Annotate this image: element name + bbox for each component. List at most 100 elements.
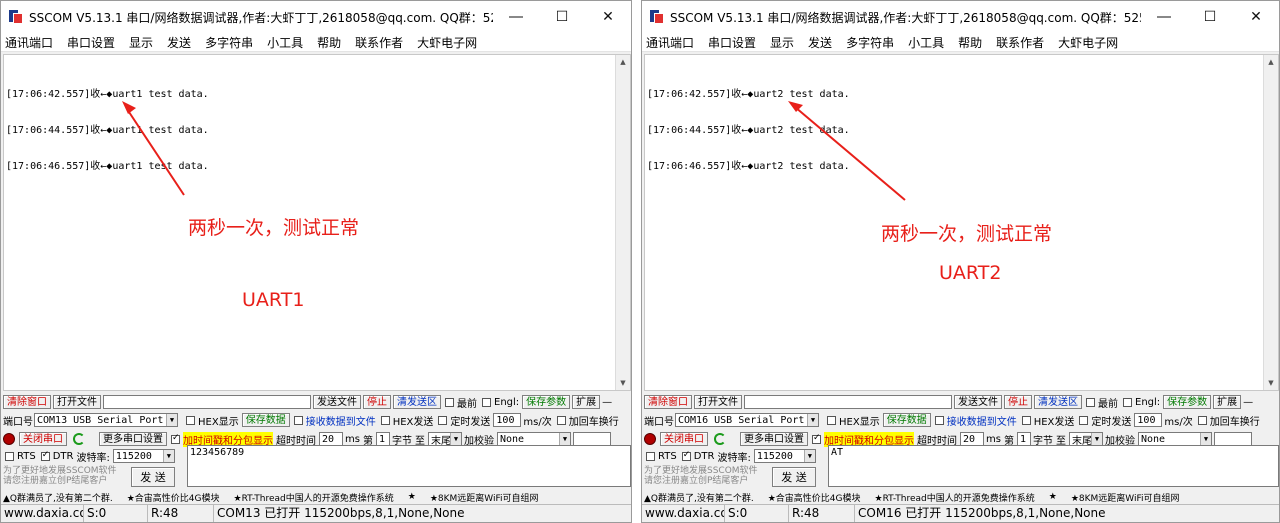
menu-tools[interactable]: 小工具: [908, 34, 944, 51]
timed-send-checkbox[interactable]: [1079, 415, 1089, 425]
end-select[interactable]: 末尾 ▼: [427, 432, 462, 446]
clear-send-button[interactable]: 清发送区: [1034, 395, 1082, 409]
byte-start-input[interactable]: 1: [1016, 432, 1031, 446]
english-checkbox[interactable]: [482, 397, 491, 407]
byte-start-input[interactable]: 1: [375, 432, 390, 446]
close-icon[interactable]: ✕: [585, 1, 631, 33]
open-file-button[interactable]: 打开文件: [53, 395, 101, 409]
close-port-button[interactable]: 关闭串口: [660, 432, 708, 446]
receive-area[interactable]: [17:06:42.557]收←◆uart1 test data. [17:06…: [3, 54, 631, 391]
recv-to-file-checkbox[interactable]: [934, 415, 944, 425]
rts-checkbox[interactable]: [5, 451, 14, 461]
checksum-result-field[interactable]: [572, 432, 611, 446]
menu-daxia-site[interactable]: 大虾电子网: [1058, 34, 1118, 51]
collapse-icon[interactable]: —: [1243, 397, 1253, 408]
more-settings-button[interactable]: 更多串口设置: [99, 432, 167, 446]
title-bar[interactable]: SSCOM V5.13.1 串口/网络数据调试器,作者:大虾丁丁,2618058…: [642, 1, 1279, 33]
menu-display[interactable]: 显示: [770, 34, 794, 51]
clear-window-button[interactable]: 清除窗口: [3, 395, 51, 409]
stop-button[interactable]: 停止: [363, 395, 391, 409]
scroll-down-icon[interactable]: ▼: [616, 376, 630, 390]
dtr-checkbox[interactable]: [40, 450, 50, 461]
english-checkbox[interactable]: [1123, 397, 1132, 407]
refresh-icon[interactable]: [73, 433, 85, 445]
baud-select[interactable]: 115200 ▼: [112, 449, 175, 463]
title-bar[interactable]: SSCOM V5.13.1 串口/网络数据调试器,作者:大虾丁丁,2618058…: [1, 1, 631, 33]
timestamp-checkbox[interactable]: [812, 433, 821, 444]
timeout-input[interactable]: 20: [319, 432, 343, 446]
send-input[interactable]: AT: [828, 445, 1279, 487]
hex-send-checkbox[interactable]: [380, 415, 390, 425]
more-settings-button[interactable]: 更多串口设置: [740, 432, 808, 446]
menu-multi-string[interactable]: 多字符串: [846, 34, 894, 51]
send-input[interactable]: 123456789: [187, 445, 631, 487]
menu-display[interactable]: 显示: [129, 34, 153, 51]
hex-display-checkbox[interactable]: [827, 415, 836, 425]
minimize-icon[interactable]: ―: [493, 1, 539, 33]
interval-input[interactable]: 100: [1134, 413, 1163, 427]
menu-send[interactable]: 发送: [808, 34, 832, 51]
close-icon[interactable]: ✕: [1233, 1, 1279, 33]
status-site[interactable]: www.daxia.com: [1, 505, 84, 522]
baud-select[interactable]: 115200 ▼: [753, 449, 816, 463]
rts-checkbox[interactable]: [646, 451, 655, 461]
promo-item[interactable]: ★8KM远距离WiFi可自组网: [1071, 491, 1180, 504]
timeout-input[interactable]: 20: [960, 432, 984, 446]
expand-button[interactable]: 扩展: [1213, 395, 1242, 409]
receive-area[interactable]: [17:06:42.557]收←◆uart2 test data. [17:06…: [644, 54, 1279, 391]
menu-help[interactable]: 帮助: [317, 34, 341, 51]
open-file-button[interactable]: 打开文件: [694, 395, 742, 409]
port-select[interactable]: COM16 USB Serial Port ▼: [675, 413, 819, 427]
maximize-icon[interactable]: ☐: [1187, 1, 1233, 33]
promo-item[interactable]: ▲Q群满员了,没有第二个群.: [644, 491, 754, 504]
checksum-select[interactable]: None ▼: [1137, 432, 1212, 446]
port-select[interactable]: COM13 USB Serial Port ▼: [34, 413, 178, 427]
menu-daxia-site[interactable]: 大虾电子网: [417, 34, 477, 51]
vertical-scrollbar[interactable]: ▲ ▼: [1263, 55, 1278, 390]
close-port-button[interactable]: 关闭串口: [19, 432, 67, 446]
menu-comm-port[interactable]: 通讯端口: [5, 34, 53, 51]
clear-window-button[interactable]: 清除窗口: [644, 395, 692, 409]
end-select[interactable]: 末尾 ▼: [1068, 432, 1103, 446]
stop-button[interactable]: 停止: [1004, 395, 1032, 409]
interval-input[interactable]: 100: [493, 413, 522, 427]
topmost-checkbox[interactable]: [1086, 397, 1095, 407]
maximize-icon[interactable]: ☐: [539, 1, 585, 33]
file-path-field[interactable]: [744, 395, 952, 409]
refresh-icon[interactable]: [714, 433, 726, 445]
promo-item[interactable]: ★8KM远距离WiFi可自组网: [430, 491, 539, 504]
checksum-result-field[interactable]: [1213, 432, 1252, 446]
add-crlf-checkbox[interactable]: [556, 415, 566, 425]
send-button[interactable]: 发 送: [772, 467, 816, 487]
save-data-button[interactable]: 保存数据: [241, 413, 290, 427]
vertical-scrollbar[interactable]: ▲ ▼: [615, 55, 630, 390]
send-button[interactable]: 发 送: [131, 467, 175, 487]
menu-serial-settings[interactable]: 串口设置: [67, 34, 115, 51]
menu-multi-string[interactable]: 多字符串: [205, 34, 253, 51]
timestamp-checkbox[interactable]: [171, 433, 180, 444]
send-file-button[interactable]: 发送文件: [954, 395, 1002, 409]
dtr-checkbox[interactable]: [681, 450, 691, 461]
save-data-button[interactable]: 保存数据: [882, 413, 931, 427]
promo-item[interactable]: ★RT-Thread中国人的开源免费操作系统: [234, 491, 394, 504]
menu-tools[interactable]: 小工具: [267, 34, 303, 51]
menu-send[interactable]: 发送: [167, 34, 191, 51]
timed-send-checkbox[interactable]: [438, 415, 448, 425]
hex-display-checkbox[interactable]: [186, 415, 195, 425]
clear-send-button[interactable]: 清发送区: [393, 395, 441, 409]
save-params-button[interactable]: 保存参数: [1163, 395, 1212, 409]
hex-send-checkbox[interactable]: [1021, 415, 1031, 425]
save-params-button[interactable]: 保存参数: [522, 395, 571, 409]
send-file-button[interactable]: 发送文件: [313, 395, 361, 409]
topmost-checkbox[interactable]: [445, 397, 454, 407]
minimize-icon[interactable]: ―: [1141, 1, 1187, 33]
checksum-select[interactable]: None ▼: [496, 432, 571, 446]
add-crlf-checkbox[interactable]: [1197, 415, 1207, 425]
menu-contact[interactable]: 联系作者: [355, 34, 403, 51]
promo-item[interactable]: ★合宙高性价比4G模块: [127, 491, 220, 504]
promo-item[interactable]: ★合宙高性价比4G模块: [768, 491, 861, 504]
scroll-up-icon[interactable]: ▲: [1264, 55, 1278, 69]
menu-serial-settings[interactable]: 串口设置: [708, 34, 756, 51]
menu-help[interactable]: 帮助: [958, 34, 982, 51]
promo-item[interactable]: ▲Q群满员了,没有第二个群.: [3, 491, 113, 504]
